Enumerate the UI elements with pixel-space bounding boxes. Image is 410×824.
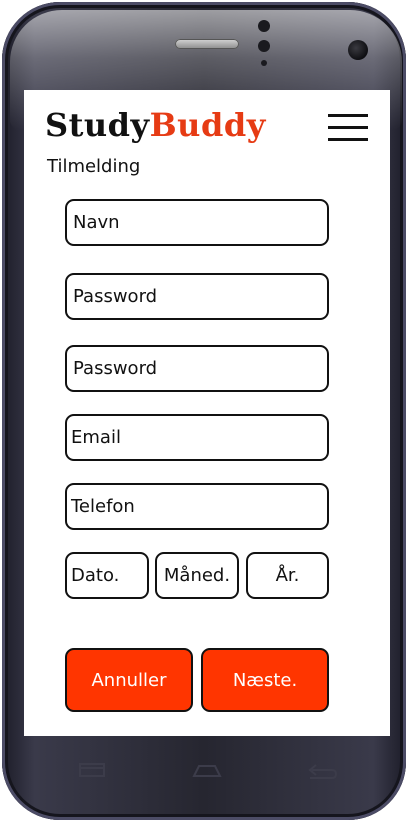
name-field[interactable]: Navn [65, 199, 329, 246]
sensor-dot [261, 60, 267, 66]
password-repeat-field[interactable]: Password [65, 345, 329, 392]
phone-placeholder: Telefon [71, 496, 135, 517]
phone-field[interactable]: Telefon [65, 483, 329, 530]
navigation-bar [2, 754, 410, 794]
sensor-dot [258, 40, 270, 52]
sensor-dot [258, 20, 270, 32]
password-repeat-placeholder: Password [73, 358, 158, 379]
email-field[interactable]: Email [65, 414, 329, 461]
menu-button[interactable] [328, 114, 368, 144]
logo-buddy: Buddy [149, 106, 266, 144]
month-field[interactable]: Måned. [155, 552, 239, 599]
year-placeholder: År. [275, 565, 300, 586]
day-placeholder: Dato. [71, 565, 120, 586]
home-icon[interactable] [192, 765, 222, 777]
app-screen: StudyBuddy Tilmelding Navn Password Pass… [24, 90, 390, 736]
app-logo: StudyBuddy [45, 107, 266, 143]
day-field[interactable]: Dato. [65, 552, 149, 599]
password-field[interactable]: Password [65, 273, 329, 320]
front-camera [348, 40, 368, 60]
cancel-button[interactable]: Annuller [65, 648, 193, 712]
back-icon[interactable] [308, 764, 338, 779]
phone-frame: StudyBuddy Tilmelding Navn Password Pass… [2, 2, 406, 820]
next-label: Næste. [232, 669, 298, 691]
month-placeholder: Måned. [163, 565, 231, 586]
year-field[interactable]: År. [246, 552, 329, 599]
recent-apps-icon[interactable] [79, 763, 105, 777]
page-title: Tilmelding [47, 156, 141, 177]
logo-study: Study [45, 106, 150, 144]
cancel-label: Annuller [91, 669, 167, 691]
next-button[interactable]: Næste. [201, 648, 329, 712]
earpiece-speaker [175, 39, 239, 49]
email-placeholder: Email [71, 427, 121, 448]
name-placeholder: Navn [73, 212, 120, 233]
password-placeholder: Password [73, 286, 158, 307]
